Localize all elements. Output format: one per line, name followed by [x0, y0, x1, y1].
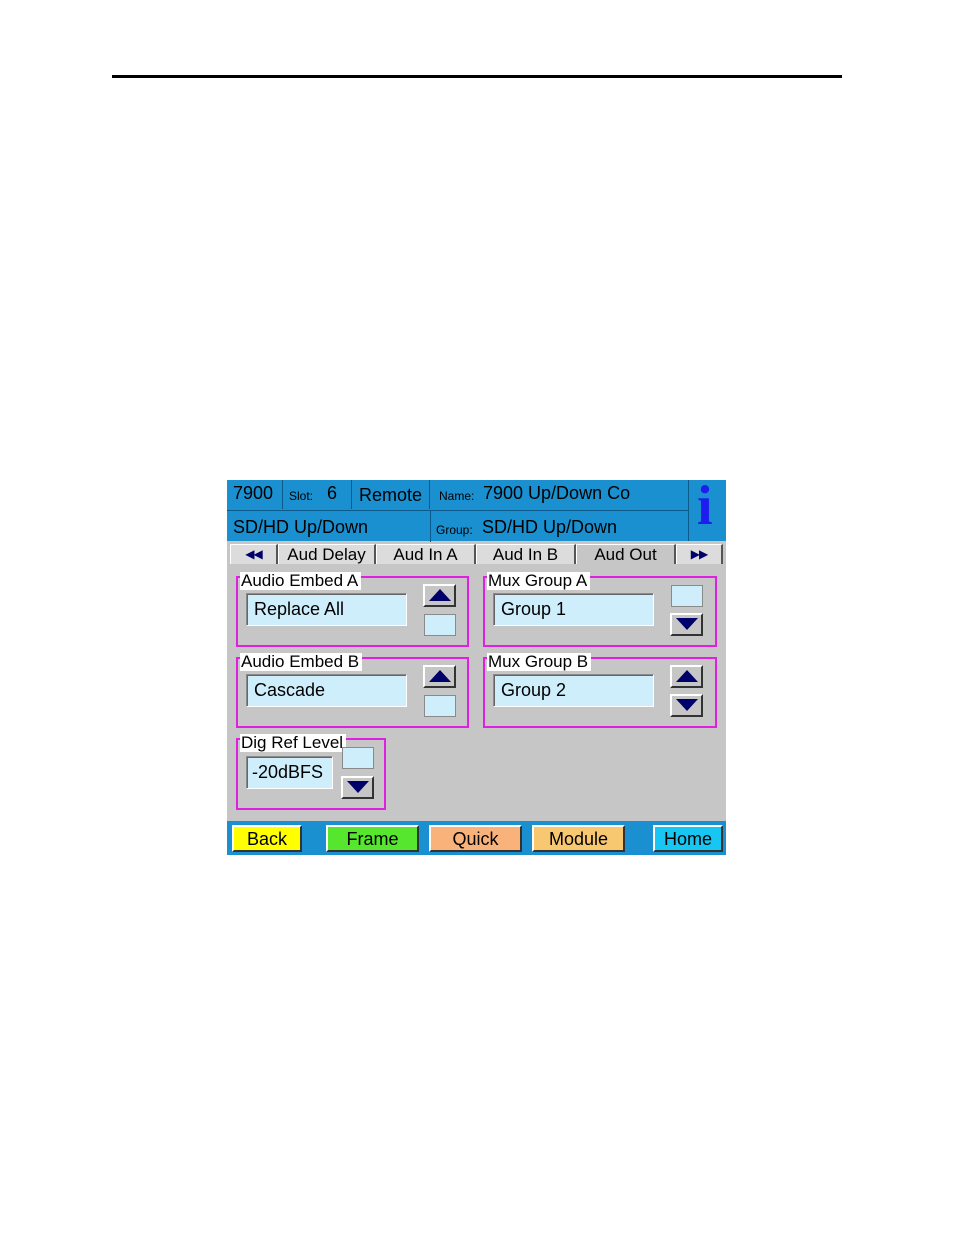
tab-aud-delay[interactable]: Aud Delay — [278, 544, 376, 564]
navigation-footer: Back Frame Quick Module Home — [227, 821, 726, 855]
arrow-up-icon — [429, 670, 451, 682]
name-cell: Name: 7900 Up/Down Co — [430, 480, 688, 509]
dig-ref-level-field[interactable]: -20dBFS — [246, 756, 333, 789]
quick-button[interactable]: Quick — [429, 825, 522, 852]
arrow-up-icon — [676, 670, 698, 682]
mux-group-b-group: Mux Group B Group 2 — [483, 653, 717, 728]
mux-group-b-label: Mux Group B — [487, 653, 592, 671]
header-row-2: SD/HD Up/Down Group: SD/HD Up/Down — [227, 510, 688, 542]
slot-label: Slot: — [289, 489, 314, 503]
audio-embed-b-label: Audio Embed B — [240, 653, 363, 671]
mode-cell: Remote — [352, 480, 430, 509]
dig-ref-level-label: Dig Ref Level — [240, 734, 347, 752]
tab-scroll-left-button[interactable]: ◀◀ — [230, 544, 278, 564]
info-icon: i — [697, 480, 713, 537]
audio-embed-b-field[interactable]: Cascade — [246, 674, 407, 707]
control-panel-screen: 7900 Slot: 6 Remote Name: 7900 Up/Down C… — [227, 480, 726, 855]
audio-embed-b-up-button[interactable] — [423, 665, 456, 688]
frame-button[interactable]: Frame — [326, 825, 419, 852]
audio-embed-a-label: Audio Embed A — [240, 572, 362, 590]
arrow-down-icon — [676, 699, 698, 711]
mux-group-b-field[interactable]: Group 2 — [493, 674, 654, 707]
module-button[interactable]: Module — [532, 825, 625, 852]
tab-aud-in-b[interactable]: Aud In B — [476, 544, 576, 564]
back-button[interactable]: Back — [232, 825, 302, 852]
audio-embed-a-up-button[interactable] — [423, 584, 456, 607]
mux-group-b-down-button[interactable] — [670, 694, 703, 717]
slot-value: 6 — [327, 483, 338, 503]
header-divider — [430, 511, 431, 542]
tab-aud-in-a[interactable]: Aud In A — [376, 544, 476, 564]
frame-number-cell: 7900 — [227, 480, 283, 509]
info-button[interactable]: i — [688, 480, 726, 541]
audio-embed-a-down-placeholder — [424, 614, 456, 636]
module-type: SD/HD Up/Down — [233, 517, 369, 537]
mux-group-a-field[interactable]: Group 1 — [493, 593, 654, 626]
tab-scroll-right-button[interactable]: ▶▶ — [676, 544, 723, 564]
dig-ref-level-down-button[interactable] — [341, 776, 374, 799]
mode-label: Remote — [359, 485, 423, 505]
tab-aud-out[interactable]: Aud Out — [576, 544, 676, 564]
slot-cell: Slot: 6 — [283, 480, 352, 509]
group-value: SD/HD Up/Down — [482, 517, 618, 537]
group-label: Group: — [436, 523, 473, 537]
dig-ref-level-up-placeholder — [342, 747, 374, 769]
mux-group-a-group: Mux Group A Group 1 — [483, 572, 717, 647]
frame-number: 7900 — [233, 483, 274, 503]
tab-bar: ◀◀ Aud Delay Aud In A Aud In B Aud Out ▶… — [227, 542, 726, 565]
audio-embed-a-group: Audio Embed A Replace All — [236, 572, 469, 647]
arrow-down-icon — [347, 781, 369, 793]
audio-embed-b-group: Audio Embed B Cascade — [236, 653, 469, 728]
audio-embed-a-field[interactable]: Replace All — [246, 593, 407, 626]
mux-group-a-down-button[interactable] — [670, 613, 703, 636]
dig-ref-level-group: Dig Ref Level -20dBFS — [236, 734, 386, 810]
page-header-rule — [112, 75, 842, 78]
name-label: Name: — [439, 489, 475, 503]
mux-group-a-up-placeholder — [671, 585, 703, 607]
home-button[interactable]: Home — [653, 825, 723, 852]
module-header: 7900 Slot: 6 Remote Name: 7900 Up/Down C… — [227, 480, 726, 542]
mux-group-b-up-button[interactable] — [670, 665, 703, 688]
arrow-up-icon — [429, 589, 451, 601]
mux-group-a-label: Mux Group A — [487, 572, 591, 590]
name-value: 7900 Up/Down Co — [483, 483, 631, 503]
audio-embed-b-down-placeholder — [424, 695, 456, 717]
arrow-down-icon — [676, 618, 698, 630]
